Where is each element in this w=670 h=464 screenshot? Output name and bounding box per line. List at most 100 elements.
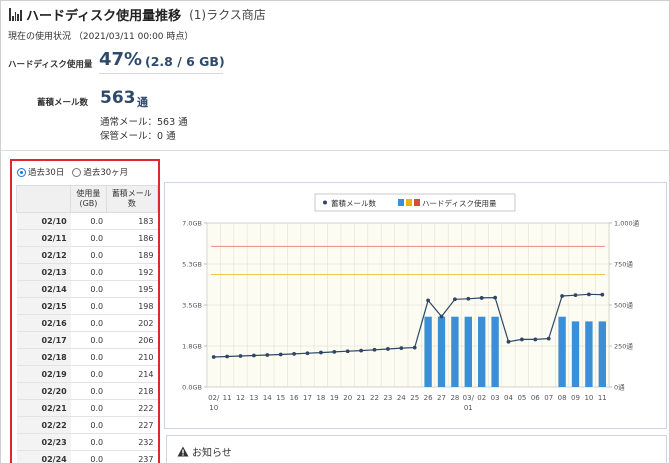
table-row: 02/12 0.0 189 bbox=[16, 246, 158, 264]
row-date: 02/17 bbox=[16, 331, 71, 349]
mail-count-point bbox=[305, 351, 310, 356]
row-mail-count: 198 bbox=[106, 297, 158, 315]
x-tick-label: 10 bbox=[584, 394, 593, 402]
page-header: ハードディスク使用量推移 (1)ラクス商店 bbox=[9, 5, 266, 24]
x-tick-label: 15 bbox=[276, 394, 285, 402]
disk-usage-label: ハードディスク使用量 bbox=[8, 60, 93, 70]
row-usage: 0.0 bbox=[70, 416, 107, 434]
mail-count-point bbox=[211, 355, 216, 359]
period-30days-label: 過去30日 bbox=[28, 168, 65, 178]
y-left-tick-label: 1.8GB bbox=[182, 343, 202, 351]
x-tick-label: 04 bbox=[504, 394, 513, 402]
disk-usage-bar bbox=[558, 316, 566, 387]
row-mail-count: 186 bbox=[106, 229, 158, 247]
header-usage: 使用量(GB) bbox=[70, 185, 107, 213]
row-date: 02/22 bbox=[16, 416, 71, 434]
x-tick-label: 25 bbox=[410, 394, 419, 402]
row-date: 02/12 bbox=[16, 246, 71, 264]
period-30days-radio[interactable]: 過去30日 bbox=[17, 166, 64, 178]
mail-count-point bbox=[439, 314, 444, 319]
row-date: 02/21 bbox=[16, 399, 71, 417]
y-right-tick-label: 1,000通 bbox=[614, 219, 640, 228]
row-usage: 0.0 bbox=[70, 280, 107, 298]
row-usage: 0.0 bbox=[70, 365, 107, 383]
legend-bar-label: ハードディスク使用量 bbox=[422, 198, 497, 208]
daily-data-panel: 過去30日 過去30ヶ月 使用量(GB) 蓄積メール数 02/10 0.0 183 0… bbox=[10, 159, 160, 463]
mail-count-point bbox=[345, 349, 350, 354]
x-tick-label: 14 bbox=[263, 394, 272, 402]
mail-count-point bbox=[238, 354, 243, 358]
mail-count-point bbox=[292, 351, 296, 356]
x-tick-label: 12 bbox=[236, 394, 245, 402]
mail-count-point bbox=[600, 292, 605, 297]
y-right-tick-label: 250通 bbox=[614, 342, 633, 351]
mail-count-point bbox=[386, 347, 390, 351]
row-mail-count: 183 bbox=[106, 212, 158, 230]
row-date: 02/18 bbox=[16, 348, 71, 366]
row-mail-count: 192 bbox=[106, 263, 158, 281]
row-date: 02/16 bbox=[16, 314, 71, 332]
row-date: 02/11 bbox=[16, 229, 71, 247]
mail-count-point bbox=[319, 350, 323, 355]
x-tick-label: 18 bbox=[316, 394, 325, 402]
y-left-tick-label: 3.5GB bbox=[182, 302, 202, 310]
mail-count-point bbox=[359, 348, 363, 353]
disk-usage-bar bbox=[491, 316, 499, 387]
table-row: 02/19 0.0 214 bbox=[16, 365, 158, 383]
notice-panel[interactable]: お知らせ bbox=[166, 435, 667, 463]
x-tick-label: 19 bbox=[330, 394, 339, 402]
mail-count-point bbox=[533, 337, 538, 342]
x-tick-label: 21 bbox=[357, 394, 366, 402]
header-date bbox=[15, 185, 72, 213]
x-tick-label: 03/ bbox=[463, 394, 475, 402]
period-30months-label: 過去30ヶ月 bbox=[83, 168, 129, 178]
period-selector: 過去30日 過去30ヶ月 bbox=[17, 166, 128, 178]
x-tick-label: 05 bbox=[517, 394, 526, 402]
mail-count-point bbox=[225, 354, 229, 359]
mail-count-label: 蓄積メール数 bbox=[37, 98, 89, 108]
row-date: 02/23 bbox=[16, 433, 71, 451]
mail-count-unit: 通 bbox=[137, 96, 148, 109]
mail-count-point bbox=[332, 350, 337, 354]
page-frame: ハードディスク使用量推移 (1)ラクス商店 現在の使用状況 （2021/03/1… bbox=[0, 0, 670, 464]
table-row: 02/20 0.0 218 bbox=[16, 382, 158, 400]
disk-usage-bar bbox=[585, 321, 593, 387]
table-row: 02/23 0.0 232 bbox=[16, 433, 158, 451]
disk-usage-bar bbox=[478, 316, 486, 387]
disk-usage-bar bbox=[437, 316, 446, 387]
x-tick-label: 08 bbox=[558, 394, 567, 402]
table-row: 02/24 0.0 237 bbox=[16, 450, 158, 463]
bar-chart-icon bbox=[9, 7, 22, 21]
mail-count-point bbox=[506, 339, 511, 344]
table-header-row: 使用量(GB) 蓄積メール数 bbox=[15, 185, 158, 213]
x-tick-label: 22 bbox=[370, 394, 379, 402]
row-usage: 0.0 bbox=[70, 263, 107, 281]
row-date: 02/24 bbox=[16, 450, 71, 463]
disk-usage-detail: (2.8 / 6 GB) bbox=[145, 54, 225, 69]
mail-count-point bbox=[546, 336, 551, 341]
x-tick-label: 02/ bbox=[208, 394, 220, 402]
mail-count-point bbox=[265, 353, 270, 357]
mail-count-point bbox=[587, 292, 591, 297]
row-mail-count: 202 bbox=[106, 314, 158, 332]
row-mail-count: 195 bbox=[106, 280, 158, 298]
disk-usage-bar bbox=[451, 316, 459, 387]
mail-count-point bbox=[573, 293, 578, 298]
period-30months-radio[interactable]: 過去30ヶ月 bbox=[72, 166, 128, 178]
mail-count-point bbox=[252, 353, 256, 358]
x-tick-label: 13 bbox=[249, 394, 258, 402]
archive-mail-count: 保管メール：0 通 bbox=[100, 131, 176, 142]
row-usage: 0.0 bbox=[70, 246, 107, 264]
row-date: 02/15 bbox=[16, 297, 71, 315]
y-right-tick-label: 0通 bbox=[614, 383, 625, 392]
table-row: 02/13 0.0 192 bbox=[16, 263, 158, 281]
row-mail-count: 189 bbox=[106, 246, 158, 264]
x-tick-label: 23 bbox=[383, 394, 392, 402]
x-tick-label: 20 bbox=[343, 394, 352, 402]
table-row: 02/11 0.0 186 bbox=[16, 229, 158, 247]
usage-chart: 0.0GB 0通 1.8GB 250通 3.5GB 500通 5.3GB 750通 7.0GB 1… bbox=[164, 182, 667, 429]
mail-count-point bbox=[399, 346, 404, 351]
legend-line-marker bbox=[323, 200, 327, 205]
row-mail-count: 237 bbox=[106, 450, 158, 463]
row-usage: 0.0 bbox=[70, 229, 107, 247]
